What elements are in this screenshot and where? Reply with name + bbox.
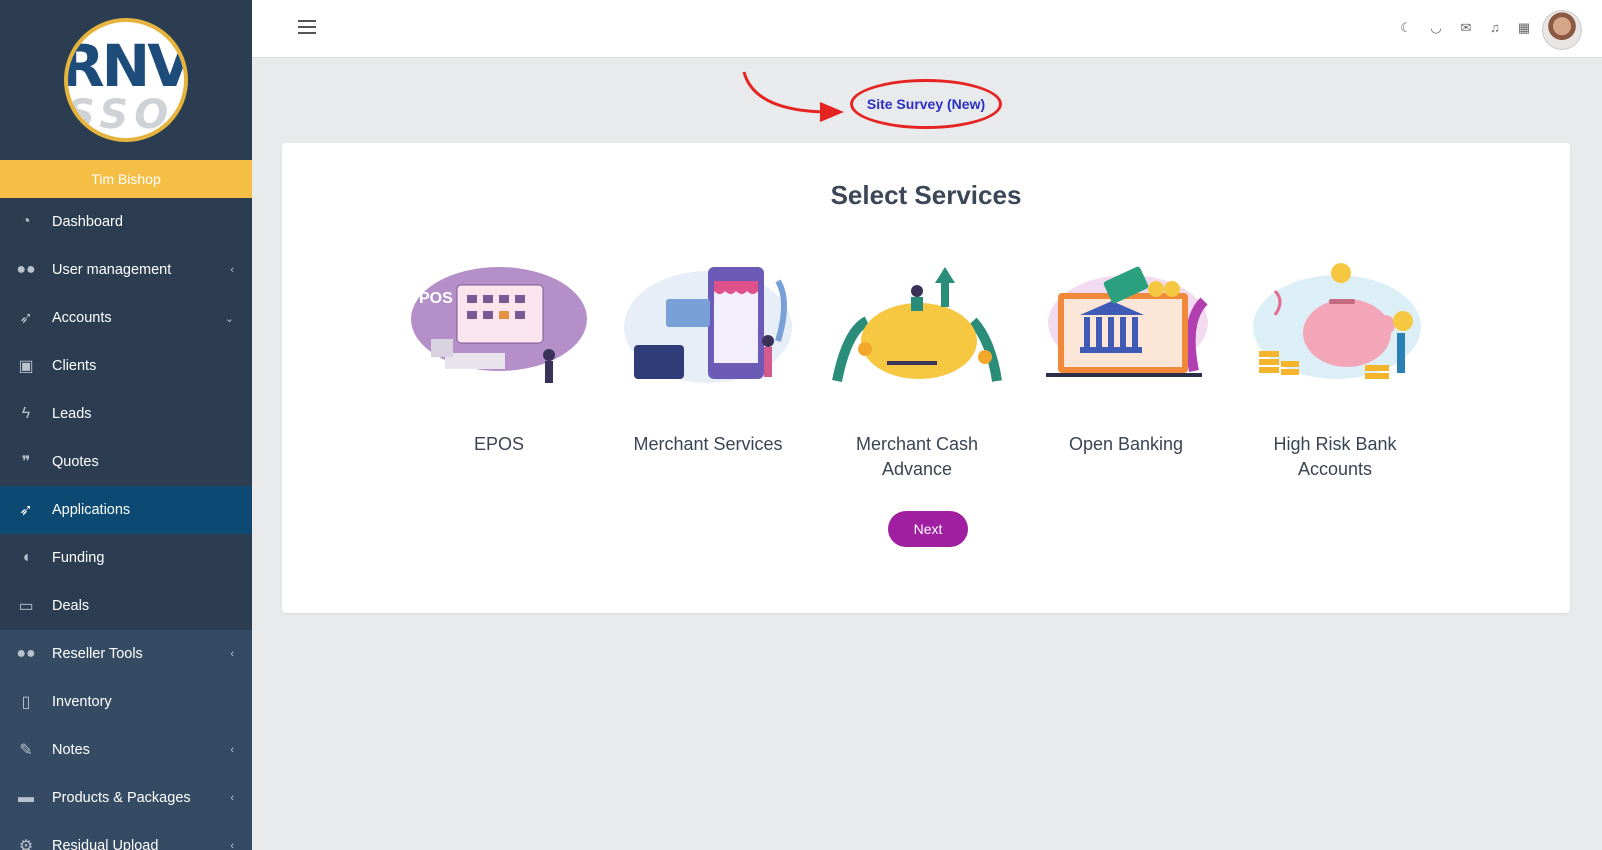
- sidebar-item-label: Applications: [52, 502, 131, 518]
- service-label: High Risk Bank Accounts: [1273, 434, 1397, 479]
- sidebar-item-label: Notes: [52, 742, 90, 758]
- calendar-icon[interactable]: ▦: [1516, 20, 1532, 36]
- chevron-left-icon: ‹: [230, 792, 234, 804]
- sidebar-item-products-packages[interactable]: ▬ Products & Packages ‹: [0, 774, 252, 822]
- sidebar-item-clients[interactable]: ▣ Clients: [0, 342, 252, 390]
- mobile-icon: ▯: [21, 694, 31, 711]
- cogs-icon: ⚙: [18, 838, 34, 850]
- piggy-bank-icon: ◖: [21, 549, 31, 566]
- sidebar-item-label: Leads: [52, 406, 92, 422]
- page-title: Select Services: [830, 180, 1022, 210]
- svg-text:POS: POS: [419, 290, 453, 307]
- next-button[interactable]: Next: [888, 511, 968, 547]
- epos-illustration: POS: [411, 267, 587, 383]
- sidebar-item-label: Funding: [52, 550, 105, 566]
- rocket-icon: ➶: [19, 310, 33, 327]
- sidebar-item-accounts[interactable]: ➶ Accounts ⌄: [0, 294, 252, 342]
- sidebar-item-label: Reseller Tools: [52, 646, 143, 662]
- sidebar-lower-group: ●● Reseller Tools ‹ ▯ Inventory ✎ Notes …: [0, 630, 252, 850]
- service-open-banking[interactable]: Open Banking: [1031, 261, 1221, 457]
- users-icon: ●●: [16, 645, 36, 662]
- sidebar-item-label: Residual Upload: [52, 838, 159, 850]
- top-header: ☾ ◡ ✉ ♫ ▦: [252, 0, 1602, 58]
- logo-area: RNV SSO: [0, 0, 252, 160]
- sidebar-item-dashboard[interactable]: ◔ Dashboard: [0, 198, 252, 246]
- merchant-cash-advance-illustration: [832, 267, 1002, 382]
- open-banking-illustration: [1046, 266, 1208, 377]
- service-label: Open Banking: [1068, 434, 1184, 454]
- service-epos[interactable]: POS EPOS: [404, 261, 594, 457]
- service-merchant-cash-advance[interactable]: Merchant Cash Advance: [822, 261, 1012, 482]
- sidebar-item-label: Inventory: [52, 694, 112, 710]
- rocket-icon: ➶: [19, 502, 33, 519]
- merchant-services-illustration: [624, 267, 792, 383]
- money-icon: ▭: [18, 598, 34, 615]
- sidebar-item-residual-upload[interactable]: ⚙ Residual Upload ‹: [0, 822, 252, 850]
- company-logo[interactable]: RNV SSO: [64, 18, 188, 142]
- sidebar-item-label: Products & Packages: [52, 790, 191, 806]
- sidebar-item-funding[interactable]: ◖ Funding: [0, 534, 252, 582]
- sidebar-item-label: Dashboard: [52, 214, 123, 230]
- chevron-down-icon: ⌄: [224, 312, 234, 325]
- sidebar-item-leads[interactable]: ϟ Leads: [0, 390, 252, 438]
- service-label: Merchant Services: [633, 434, 783, 454]
- mail-icon[interactable]: ✉: [1458, 20, 1474, 36]
- select-services-card: Select Services POS EPOS Merchant Servic…: [282, 143, 1570, 613]
- sidebar-item-notes[interactable]: ✎ Notes ‹: [0, 726, 252, 774]
- quote-icon: ❞: [21, 454, 31, 471]
- chevron-left-icon: ‹: [230, 744, 234, 756]
- edit-icon: ✎: [19, 742, 33, 759]
- gauge-icon: ◔: [21, 213, 31, 230]
- service-label: EPOS: [473, 434, 525, 454]
- sidebar-item-label: User management: [52, 262, 172, 278]
- sidebar-item-reseller-tools[interactable]: ●● Reseller Tools ‹: [0, 630, 252, 678]
- sidebar-item-applications[interactable]: ➶ Applications: [0, 486, 252, 534]
- annotation-arrow: [742, 71, 844, 122]
- service-label: Merchant Cash Advance: [855, 434, 979, 479]
- hamburger-menu-icon[interactable]: [298, 20, 316, 34]
- sidebar-item-label: Deals: [52, 598, 90, 614]
- sidebar-item-deals[interactable]: ▭ Deals: [0, 582, 252, 630]
- sidebar-item-quotes[interactable]: ❞ Quotes: [0, 438, 252, 486]
- sidebar-item-label: Accounts: [52, 310, 112, 326]
- service-merchant-services[interactable]: Merchant Services: [613, 261, 803, 457]
- sidebar-item-inventory[interactable]: ▯ Inventory: [0, 678, 252, 726]
- hdd-icon: ▬: [18, 789, 34, 806]
- users-icon: ●●: [16, 261, 36, 278]
- chevron-left-icon: ‹: [230, 264, 234, 276]
- bolt-icon: ϟ: [21, 405, 31, 422]
- bell-icon[interactable]: ♫: [1487, 20, 1503, 36]
- sidebar-item-label: Clients: [52, 358, 97, 374]
- sidebar-item-user-management[interactable]: ●● User management ‹: [0, 246, 252, 294]
- chevron-left-icon: ‹: [230, 648, 234, 660]
- sidebar-item-label: Quotes: [52, 454, 99, 470]
- service-high-risk-bank-accounts[interactable]: High Risk Bank Accounts: [1240, 261, 1430, 482]
- chevron-left-icon: ‹: [230, 840, 234, 850]
- user-name-bar[interactable]: Tim Bishop: [0, 160, 252, 198]
- headset-icon[interactable]: ◡: [1428, 20, 1444, 36]
- user-avatar[interactable]: [1542, 10, 1582, 50]
- sidebar: RNV SSO Tim Bishop ◔ Dashboard ●● User m…: [0, 0, 252, 850]
- briefcase-icon: ▣: [18, 358, 34, 375]
- moon-icon[interactable]: ☾: [1398, 20, 1414, 36]
- site-survey-new-link[interactable]: Site Survey (New): [850, 79, 1002, 129]
- high-risk-bank-accounts-illustration: [1253, 263, 1421, 379]
